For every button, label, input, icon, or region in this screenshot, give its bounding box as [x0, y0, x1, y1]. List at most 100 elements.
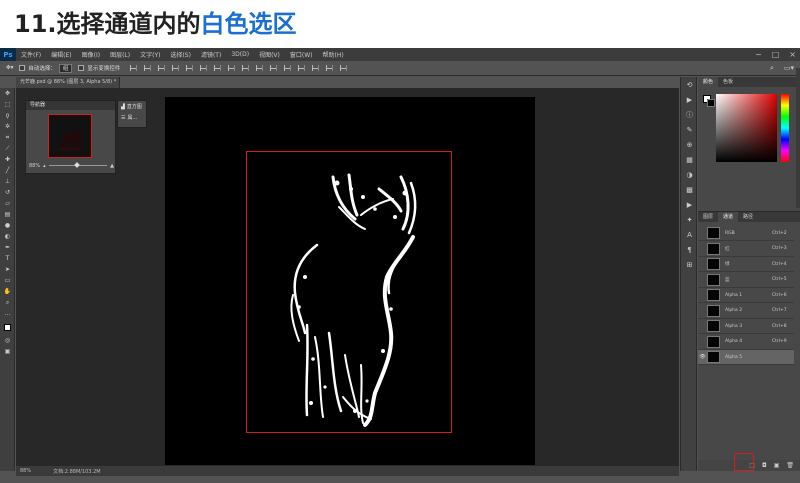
- dodge-icon[interactable]: ◐: [0, 231, 15, 242]
- maximize-button[interactable]: □: [772, 50, 780, 59]
- menu-edit[interactable]: 编辑(E): [46, 50, 76, 59]
- menu-3d[interactable]: 3D(D): [226, 51, 254, 58]
- background-swatch[interactable]: [707, 99, 715, 107]
- history-brush-icon[interactable]: ↺: [0, 187, 15, 198]
- gradient-icon[interactable]: ▤: [0, 209, 15, 220]
- eyedropper-icon[interactable]: ⟋: [0, 143, 15, 154]
- eraser-icon[interactable]: ▱: [0, 198, 15, 209]
- healing-icon[interactable]: ✚: [0, 154, 15, 165]
- channel-row[interactable]: 红 Ctrl+3: [698, 242, 794, 257]
- hue-slider[interactable]: [781, 94, 789, 162]
- save-selection-icon[interactable]: ◘: [762, 462, 767, 469]
- tab-layers[interactable]: 图层: [698, 212, 718, 222]
- styles-icon[interactable]: ▩: [681, 182, 698, 197]
- menu-select[interactable]: 选择(S): [165, 50, 196, 59]
- menu-type[interactable]: 文字(Y): [135, 50, 165, 59]
- menu-help[interactable]: 帮助(H): [318, 50, 349, 59]
- more-tools-icon[interactable]: …: [0, 308, 15, 319]
- info-icon[interactable]: ⓘ: [681, 107, 698, 122]
- marquee-icon[interactable]: ⬚: [0, 99, 15, 110]
- puppet-icon[interactable]: ✦: [681, 212, 698, 227]
- trash-icon[interactable]: 🗑: [786, 462, 794, 469]
- slider-knob[interactable]: [74, 162, 80, 168]
- align-right-icon[interactable]: [200, 65, 208, 71]
- fg-bg-swatches[interactable]: [703, 95, 715, 107]
- quick-mask-icon[interactable]: ◎: [0, 335, 15, 346]
- distribute-top-icon[interactable]: [214, 65, 222, 71]
- auto-select-checkbox[interactable]: [19, 65, 26, 71]
- 3d-roll-icon[interactable]: [326, 65, 334, 71]
- align-vcenter-icon[interactable]: [144, 65, 152, 71]
- channel-row[interactable]: Alpha 1 Ctrl+6: [698, 288, 794, 303]
- 3d-mode-icon[interactable]: [298, 65, 306, 71]
- search-icon[interactable]: ⌕: [770, 64, 774, 73]
- distribute-right-icon[interactable]: [284, 65, 292, 71]
- zoom-icon[interactable]: ⌕: [0, 297, 15, 308]
- workspace-icon[interactable]: ▭▾: [784, 64, 794, 73]
- paths-icon[interactable]: ▶: [681, 197, 698, 212]
- histogram-item[interactable]: ▟ 直方图: [118, 101, 146, 112]
- screen-mode-icon[interactable]: ▣: [0, 346, 15, 357]
- distribute-bottom-icon[interactable]: [242, 65, 250, 71]
- adjustments-icon[interactable]: ◑: [681, 167, 698, 182]
- show-transform-checkbox[interactable]: [78, 65, 85, 71]
- channel-row[interactable]: 蓝 Ctrl+5: [698, 273, 794, 288]
- align-top-icon[interactable]: [130, 65, 138, 71]
- actions-icon[interactable]: ▶: [681, 92, 698, 107]
- channel-row[interactable]: 绿 Ctrl+4: [698, 257, 794, 272]
- tab-color[interactable]: 颜色: [698, 77, 719, 87]
- distribute-left-icon[interactable]: [256, 65, 264, 71]
- align-bottom-icon[interactable]: [158, 65, 166, 71]
- panel-scrollbar[interactable]: [796, 68, 800, 208]
- blur-icon[interactable]: ●: [0, 220, 15, 231]
- auto-select-dropdown[interactable]: 组: [58, 63, 73, 73]
- show-transform-option[interactable]: 显示变换控件: [78, 64, 120, 72]
- navigator-title[interactable]: 导航器: [26, 101, 115, 110]
- brush-settings-icon[interactable]: ✎: [681, 122, 698, 137]
- tab-swatches[interactable]: 色板: [718, 77, 738, 87]
- tab-channels[interactable]: 通道: [718, 212, 739, 222]
- channel-row[interactable]: 👁 Alpha 5: [698, 350, 794, 365]
- 3d-pan-icon[interactable]: [340, 65, 348, 71]
- history-icon[interactable]: ⟲: [681, 77, 698, 92]
- zoom-in-icon[interactable]: ▲: [110, 163, 114, 169]
- document-canvas[interactable]: [165, 97, 535, 465]
- document-tab[interactable]: 光芒鹿.psd @ 88% (图层 3, Alpha 5/8) *: [16, 77, 120, 88]
- minimize-button[interactable]: −: [755, 50, 762, 59]
- channel-row[interactable]: RGB Ctrl+2: [698, 226, 794, 241]
- paragraph-icon[interactable]: ¶: [681, 242, 698, 257]
- status-zoom[interactable]: 88%: [20, 468, 31, 474]
- navigator-zoom-slider[interactable]: [48, 162, 108, 168]
- properties-item[interactable]: ☰ 属...: [118, 112, 146, 123]
- pen-icon[interactable]: ✒: [0, 242, 15, 253]
- layers-icon[interactable]: ▦: [681, 152, 698, 167]
- align-hcenter-icon[interactable]: [186, 65, 194, 71]
- zoom-out-icon[interactable]: ▴: [43, 163, 46, 169]
- distribute-vcenter-icon[interactable]: [228, 65, 236, 71]
- close-button[interactable]: ×: [789, 50, 796, 59]
- menu-layer[interactable]: 图层(L): [105, 50, 135, 59]
- crop-icon[interactable]: ⌗: [0, 132, 15, 143]
- tab-paths[interactable]: 路径: [738, 212, 758, 222]
- color-swatch-icon[interactable]: [0, 319, 15, 335]
- color-picker-field[interactable]: [716, 94, 777, 162]
- channel-row[interactable]: Alpha 2 Ctrl+7: [698, 304, 794, 319]
- menu-image[interactable]: 图像(I): [77, 50, 105, 59]
- lasso-icon[interactable]: ϙ: [0, 110, 15, 121]
- channel-row[interactable]: Alpha 3 Ctrl+8: [698, 319, 794, 334]
- navigator-thumbnail[interactable]: [48, 114, 92, 158]
- glyphs-icon[interactable]: ⊞: [681, 257, 698, 272]
- stamp-icon[interactable]: ⊥: [0, 176, 15, 187]
- visibility-eye-icon[interactable]: 👁: [698, 354, 707, 360]
- menu-file[interactable]: 文件(F): [16, 50, 46, 59]
- move-tool-icon[interactable]: ✥▾: [6, 65, 13, 71]
- clone-source-icon[interactable]: ⊕: [681, 137, 698, 152]
- auto-select-option[interactable]: 自动选择： 组: [19, 63, 73, 73]
- new-channel-icon[interactable]: ▣: [774, 462, 780, 469]
- character-icon[interactable]: A: [681, 227, 698, 242]
- align-left-icon[interactable]: [172, 65, 180, 71]
- move-icon[interactable]: ✥: [0, 88, 15, 99]
- menu-view[interactable]: 视图(V): [254, 50, 285, 59]
- path-select-icon[interactable]: ➤: [0, 264, 15, 275]
- channel-row[interactable]: Alpha 4 Ctrl+9: [698, 335, 794, 350]
